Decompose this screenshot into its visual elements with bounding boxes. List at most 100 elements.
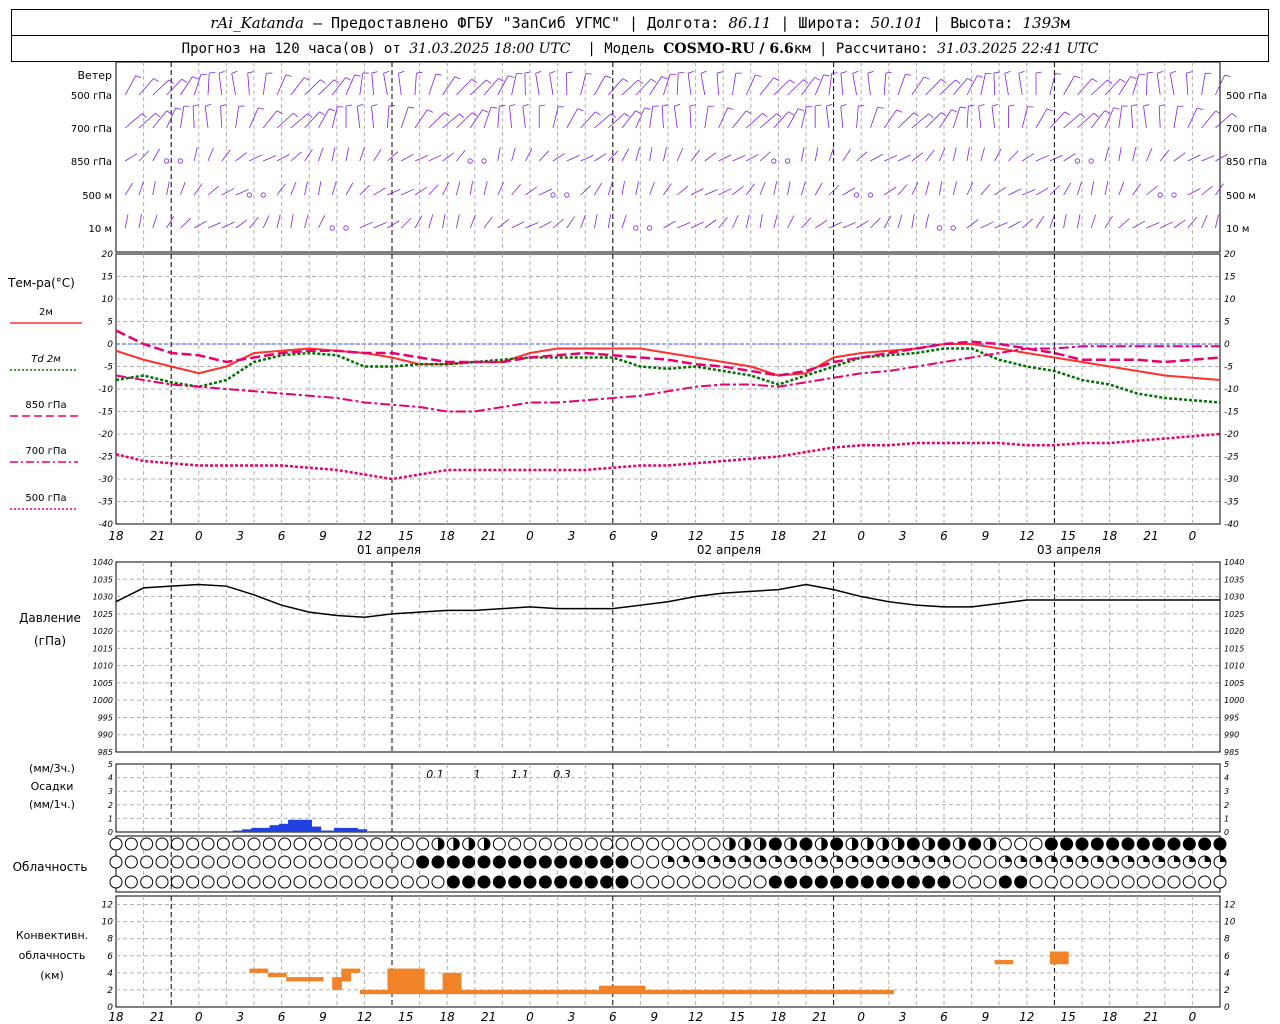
wind-barb bbox=[1201, 155, 1215, 162]
wind-barb-flag bbox=[867, 71, 874, 74]
wind-barb bbox=[1049, 111, 1066, 129]
pressure-unit: (гПа) bbox=[34, 634, 66, 648]
wind-barb-flag bbox=[815, 104, 822, 107]
wind-barb bbox=[414, 215, 423, 229]
wind-barb bbox=[594, 113, 612, 129]
cloud-circle bbox=[186, 837, 200, 851]
cloud-circle bbox=[1075, 875, 1089, 889]
wind-barb bbox=[1035, 187, 1049, 196]
convective-bar bbox=[691, 989, 701, 995]
cloud-circle bbox=[462, 855, 476, 869]
convective-bar bbox=[617, 985, 628, 995]
temp-ytick-right: -10 bbox=[1224, 385, 1239, 395]
wind-barb bbox=[193, 73, 202, 96]
cloud-circle bbox=[262, 855, 276, 869]
convective-bar bbox=[442, 972, 453, 995]
temp-ytick-right: -5 bbox=[1224, 363, 1233, 373]
prec-ytick-left: 2 bbox=[108, 801, 113, 810]
pres-ytick-right: 1010 bbox=[1224, 662, 1244, 671]
cloud-circle bbox=[232, 875, 246, 889]
wind-barb bbox=[138, 150, 150, 162]
cloud-circle bbox=[968, 875, 982, 889]
wind-barb-flag bbox=[471, 78, 477, 83]
cloud-circle bbox=[554, 855, 568, 869]
cloud-circle bbox=[186, 875, 200, 889]
wind-barb-flag bbox=[991, 104, 998, 107]
cloud-circle bbox=[416, 837, 430, 851]
x-hour-label-bottom: 6 bbox=[609, 1010, 617, 1024]
wind-barb bbox=[911, 214, 915, 229]
convective-bar bbox=[608, 985, 618, 995]
x-hour-label-bottom: 9 bbox=[650, 1010, 658, 1024]
wind-barb-flag bbox=[346, 104, 353, 107]
wind-barb bbox=[414, 109, 428, 129]
wind-barb bbox=[580, 214, 586, 229]
prec-ytick-left: 4 bbox=[108, 774, 113, 783]
convective-bar bbox=[783, 989, 793, 995]
convective-bar bbox=[727, 989, 738, 995]
wind-barb bbox=[746, 153, 759, 162]
wind-barb-flag bbox=[905, 73, 912, 76]
pres-ytick-left: 1020 bbox=[93, 627, 113, 636]
conv-ytick-right: 2 bbox=[1224, 986, 1230, 996]
convective-bar bbox=[829, 989, 839, 995]
x-hour-label-bottom: 6 bbox=[278, 1010, 286, 1024]
wind-barb bbox=[952, 78, 968, 96]
wind-barb bbox=[787, 181, 791, 196]
wind-level-label: 850 гПа bbox=[71, 157, 112, 168]
wind-calm-mark bbox=[633, 225, 639, 231]
wind-barb bbox=[124, 75, 137, 96]
convective-bar bbox=[626, 985, 637, 995]
cloud-circle bbox=[922, 875, 936, 889]
cloud-circle bbox=[170, 855, 184, 869]
cloud-circle bbox=[400, 875, 414, 889]
cloud-circle-quarter bbox=[867, 856, 874, 862]
wind-barb bbox=[939, 181, 943, 196]
wind-calm-mark bbox=[260, 192, 266, 198]
convective-bar bbox=[681, 989, 692, 995]
cloud-circle bbox=[738, 875, 752, 889]
x-hour-label-bottom: 12 bbox=[1019, 1010, 1034, 1024]
wind-barb bbox=[262, 73, 267, 96]
wind-barb bbox=[856, 106, 859, 129]
cloud-circle-half bbox=[484, 838, 490, 850]
wind-barb bbox=[525, 148, 533, 162]
wind-barb bbox=[483, 181, 488, 196]
wind-barb bbox=[180, 218, 191, 229]
wind-barb bbox=[718, 107, 728, 129]
wind-barb bbox=[828, 221, 842, 229]
cloud-circle bbox=[216, 855, 230, 869]
wind-barb bbox=[218, 73, 223, 96]
cloud-circle bbox=[339, 837, 353, 851]
cloud-circle bbox=[646, 875, 660, 889]
wind-barb bbox=[673, 106, 678, 129]
cloud-circle bbox=[538, 837, 552, 851]
wind-barb bbox=[870, 153, 883, 162]
wind-barb bbox=[318, 79, 335, 96]
conv-ytick-right: 12 bbox=[1224, 901, 1236, 911]
cloud-circle bbox=[1167, 837, 1181, 851]
wind-barb bbox=[1104, 107, 1115, 129]
wind-barb-flag bbox=[1196, 107, 1203, 110]
x-hour-label: 6 bbox=[278, 529, 286, 543]
cloud-circle bbox=[584, 875, 598, 889]
convective-bar bbox=[700, 989, 710, 995]
x-hour-label-bottom: 12 bbox=[357, 1010, 372, 1024]
wind-barb bbox=[814, 74, 825, 96]
temp-ytick-left: -5 bbox=[104, 363, 113, 373]
wind-barb-flag bbox=[1143, 104, 1150, 107]
wind-barb-flag bbox=[826, 104, 833, 107]
prec-ytick-right: 3 bbox=[1224, 787, 1229, 796]
cloud-circle bbox=[768, 875, 782, 889]
conv-ytick-left: 12 bbox=[102, 901, 114, 911]
convective-bar bbox=[884, 989, 894, 995]
convective-bar bbox=[249, 968, 260, 973]
convective-bar bbox=[819, 989, 830, 995]
wind-barb bbox=[1159, 149, 1170, 162]
x-hour-label-bottom: 15 bbox=[398, 1010, 413, 1024]
wind-barb bbox=[442, 182, 450, 196]
wind-barb bbox=[193, 183, 203, 196]
cloud-circle bbox=[155, 837, 169, 851]
cloud-circle bbox=[385, 837, 399, 851]
wind-barb bbox=[580, 111, 596, 129]
